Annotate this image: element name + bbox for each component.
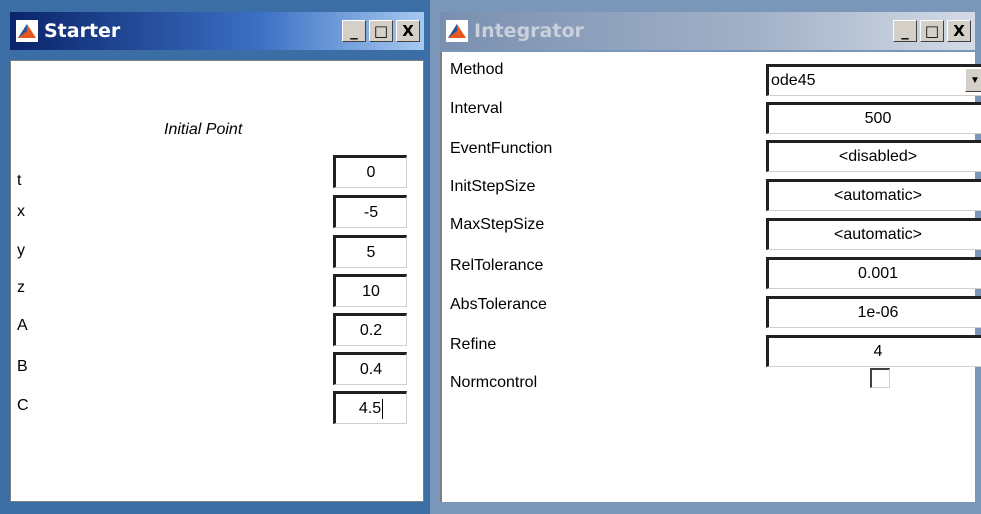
close-button[interactable]: X [396,20,420,42]
field-input-b[interactable]: 0.4 [333,352,407,385]
initial-point-heading: Initial Point [164,121,243,138]
field-label-z: z [17,279,25,296]
close-button[interactable]: X [947,20,971,42]
matlab-logo-icon [446,20,468,42]
window-title: Starter [44,20,121,42]
method-value: ode45 [771,72,816,89]
rel-tolerance-field[interactable]: 0.001 [766,257,981,289]
minimize-button[interactable]: _ [342,20,366,42]
starter-titlebar[interactable]: Starter _ □ X [10,12,424,50]
field-input-a[interactable]: 0.2 [333,313,407,346]
field-label-t: t [17,172,22,189]
field-value-c: 4.5 [358,399,382,417]
window-controls: _ □ X [342,20,420,42]
init-step-size-label: InitStepSize [450,178,536,195]
field-input-x[interactable]: -5 [333,195,407,228]
integrator-window: Integrator _ □ X Method ode45 ▼ Interval… [430,0,981,514]
field-label-a: A [17,317,28,334]
field-input-y[interactable]: 5 [333,235,407,268]
window-controls: _ □ X [893,20,971,42]
field-label-x: x [17,203,25,220]
maximize-button[interactable]: □ [920,20,944,42]
starter-window: Starter _ □ X Initial Point t 0 x -5 y 5… [0,0,430,514]
text-cursor [382,398,384,419]
abs-tolerance-field[interactable]: 1e-06 [766,296,981,328]
starter-panel: Initial Point t 0 x -5 y 5 z 10 A 0.2 B … [10,60,424,502]
interval-field[interactable]: 500 [766,102,981,134]
minimize-button[interactable]: _ [893,20,917,42]
integrator-panel: Method ode45 ▼ Interval 500 EventFunctio… [440,52,981,502]
abs-tolerance-label: AbsTolerance [450,296,547,313]
normcontrol-label: Normcontrol [450,374,538,391]
maximize-button[interactable]: □ [369,20,393,42]
event-function-label: EventFunction [450,140,553,157]
max-step-size-label: MaxStepSize [450,216,545,233]
field-input-t[interactable]: 0 [333,155,407,188]
matlab-logo-icon [16,20,38,42]
field-label-y: y [17,242,25,259]
init-step-size-field[interactable]: <automatic> [766,179,981,211]
window-title: Integrator [474,20,584,42]
method-label: Method [450,61,504,78]
max-step-size-field[interactable]: <automatic> [766,218,981,250]
refine-label: Refine [450,336,497,353]
event-function-field[interactable]: <disabled> [766,140,981,172]
field-label-c: C [17,397,29,414]
rel-tolerance-label: RelTolerance [450,257,544,274]
method-select[interactable]: ode45 ▼ [766,64,981,96]
normcontrol-checkbox[interactable] [870,368,890,388]
field-input-z[interactable]: 10 [333,274,407,307]
interval-label: Interval [450,100,503,117]
refine-field[interactable]: 4 [766,335,981,367]
dropdown-arrow-icon[interactable]: ▼ [965,68,981,92]
field-input-c[interactable]: 4.5 [333,391,407,424]
field-label-b: B [17,358,28,375]
integrator-titlebar[interactable]: Integrator _ □ X [440,12,975,50]
